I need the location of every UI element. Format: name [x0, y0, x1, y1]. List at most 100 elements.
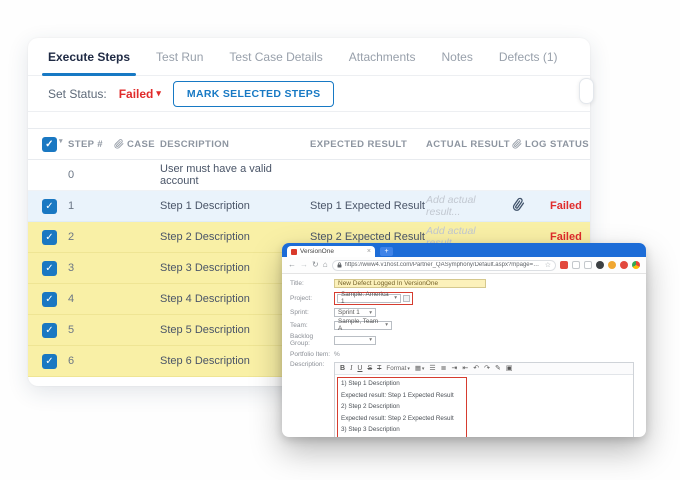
bold-icon[interactable]: B: [340, 365, 345, 372]
close-icon[interactable]: ×: [367, 248, 371, 255]
row-checkbox[interactable]: ✓: [42, 199, 57, 214]
header-expected: EXPECTED RESULT: [310, 139, 426, 150]
set-status-label: Set Status:: [48, 87, 107, 101]
table-icon[interactable]: ▦ ▾: [415, 365, 424, 372]
editor-toolbar: B I U S T Format ▾ ▦ ▾ ☰ ≣ ⇥: [335, 363, 633, 375]
format-dropdown[interactable]: Format ▾: [386, 365, 409, 372]
status-dropdown[interactable]: Failed ▾: [119, 87, 161, 101]
row-checkbox[interactable]: ✓: [42, 230, 57, 245]
team-label: Team:: [290, 322, 334, 329]
step-number: 1: [68, 200, 114, 212]
tab-execute-steps[interactable]: Execute Steps: [48, 50, 130, 64]
rich-text-editor: B I U S T Format ▾ ▦ ▾ ☰ ≣ ⇥: [334, 362, 634, 437]
image-icon[interactable]: ▣: [506, 365, 513, 372]
description-line: 3) Step 3 Description: [341, 426, 463, 433]
remove-format-icon[interactable]: T: [377, 365, 381, 372]
versionone-popup-window: VersionOne × + ← → ↻ ⌂ https://www4.v1ho…: [282, 243, 646, 437]
browser-titlebar: VersionOne × +: [282, 243, 646, 257]
description-line: 2) Step 2 Description: [341, 403, 463, 410]
url-input[interactable]: https://www4.v1host.com/Partner_QASympho…: [332, 260, 556, 271]
extension-icon[interactable]: [572, 261, 580, 269]
row-checkbox[interactable]: ✓: [42, 292, 57, 307]
editor-content-area[interactable]: 1) Step 1 Description Expected result: S…: [335, 375, 633, 437]
panel-edge-button[interactable]: [579, 78, 594, 104]
defect-form: Title: New Defect Logged In VersionOne P…: [282, 274, 646, 437]
new-tab-button[interactable]: +: [380, 247, 393, 256]
chevron-down-icon[interactable]: ▾: [59, 137, 63, 145]
project-select[interactable]: Sample: America 1 ▾: [337, 294, 401, 303]
step-number: 6: [68, 355, 114, 367]
check-icon: ✓: [45, 294, 53, 305]
attach-log-icon[interactable]: [512, 198, 550, 214]
backlog-group-select[interactable]: ▾: [334, 336, 376, 345]
back-icon[interactable]: ←: [288, 261, 296, 269]
numbered-list-icon[interactable]: ≣: [441, 365, 447, 372]
project-lookup-icon[interactable]: [403, 295, 410, 302]
team-select[interactable]: Sample, Team A ▾: [334, 321, 392, 330]
step-number: 3: [68, 262, 114, 274]
indent-icon[interactable]: ⇥: [452, 365, 458, 372]
mark-selected-steps-button[interactable]: MARK SELECTED STEPS: [173, 81, 334, 107]
outdent-icon[interactable]: ⇤: [462, 365, 468, 372]
status-badge: Failed: [550, 231, 590, 243]
check-icon: ✓: [45, 201, 53, 212]
extension-icon[interactable]: [608, 261, 616, 269]
defect-title-input[interactable]: New Defect Logged In VersionOne: [334, 279, 486, 288]
set-status-bar: Set Status: Failed ▾ MARK SELECTED STEPS: [28, 76, 590, 112]
browser-address-bar: ← → ↻ ⌂ https://www4.v1host.com/Partner_…: [282, 257, 646, 274]
project-select-value: Sample: America 1: [341, 291, 390, 305]
reload-icon[interactable]: ↻: [312, 261, 319, 269]
tab-test-case-details[interactable]: Test Case Details: [229, 50, 322, 64]
header-step: STEP #: [68, 139, 114, 150]
team-select-value: Sample, Team A: [338, 318, 381, 332]
description-line: Expected result: Step 2 Expected Result: [341, 415, 463, 422]
strikethrough-icon[interactable]: S: [367, 365, 372, 372]
tab-bar: Execute Steps Test Run Test Case Details…: [28, 38, 590, 76]
description-label: Description:: [290, 361, 334, 368]
italic-icon[interactable]: I: [350, 365, 352, 372]
extension-icon[interactable]: [560, 261, 568, 269]
tab-notes[interactable]: Notes: [441, 50, 472, 64]
sprint-select[interactable]: Sprint 1 ▾: [334, 308, 376, 317]
browser-tab-title: VersionOne: [300, 248, 334, 255]
portfolio-item-value: %: [334, 351, 340, 358]
row-checkbox[interactable]: ✓: [42, 354, 57, 369]
tab-defects[interactable]: Defects (1): [499, 50, 558, 64]
paperclip-icon: [114, 139, 124, 149]
check-icon: ✓: [45, 263, 53, 274]
step-number: 5: [68, 324, 114, 336]
lock-icon: [337, 262, 342, 268]
description-line: Expected result: Step 1 Expected Result: [341, 392, 463, 399]
select-all-checkbox[interactable]: ✓: [42, 137, 57, 152]
paperclip-icon: [512, 139, 522, 149]
row-checkbox[interactable]: ✓: [42, 261, 57, 276]
bullet-list-icon[interactable]: ☰: [429, 365, 435, 372]
actual-result-input[interactable]: Add actual result...: [426, 194, 512, 218]
extension-icon[interactable]: [620, 261, 628, 269]
title-label: Title:: [290, 280, 334, 287]
check-icon: ✓: [45, 356, 53, 367]
redo-icon[interactable]: ↷: [484, 365, 490, 372]
table-header: ✓ ▾ STEP # CASE DESCRIPTION EXPECTED RES…: [28, 128, 590, 160]
extension-icon[interactable]: [596, 261, 604, 269]
chevron-down-icon: ▾: [422, 366, 425, 372]
browser-profile-icon[interactable]: [632, 261, 640, 269]
underline-icon[interactable]: U: [357, 365, 362, 372]
chevron-down-icon: ▾: [385, 322, 388, 328]
tab-attachments[interactable]: Attachments: [349, 50, 416, 64]
bookmark-star-icon[interactable]: ☆: [545, 261, 551, 269]
home-icon[interactable]: ⌂: [323, 261, 328, 269]
extension-icon[interactable]: [584, 261, 592, 269]
link-icon[interactable]: ✎: [495, 365, 501, 372]
expected-result: Step 2 Expected Result: [310, 231, 426, 243]
step-number: 0: [68, 169, 114, 181]
forward-icon[interactable]: →: [300, 261, 308, 269]
undo-icon[interactable]: ↶: [473, 365, 479, 372]
chevron-down-icon: ▾: [369, 337, 372, 343]
row-checkbox[interactable]: ✓: [42, 323, 57, 338]
check-icon: ✓: [45, 232, 53, 243]
annotation-highlight-box: Sample: America 1 ▾: [334, 292, 413, 305]
annotation-highlight-box: 1) Step 1 Description Expected result: S…: [337, 377, 467, 437]
browser-tab[interactable]: VersionOne ×: [287, 246, 375, 257]
tab-test-run[interactable]: Test Run: [156, 50, 203, 64]
